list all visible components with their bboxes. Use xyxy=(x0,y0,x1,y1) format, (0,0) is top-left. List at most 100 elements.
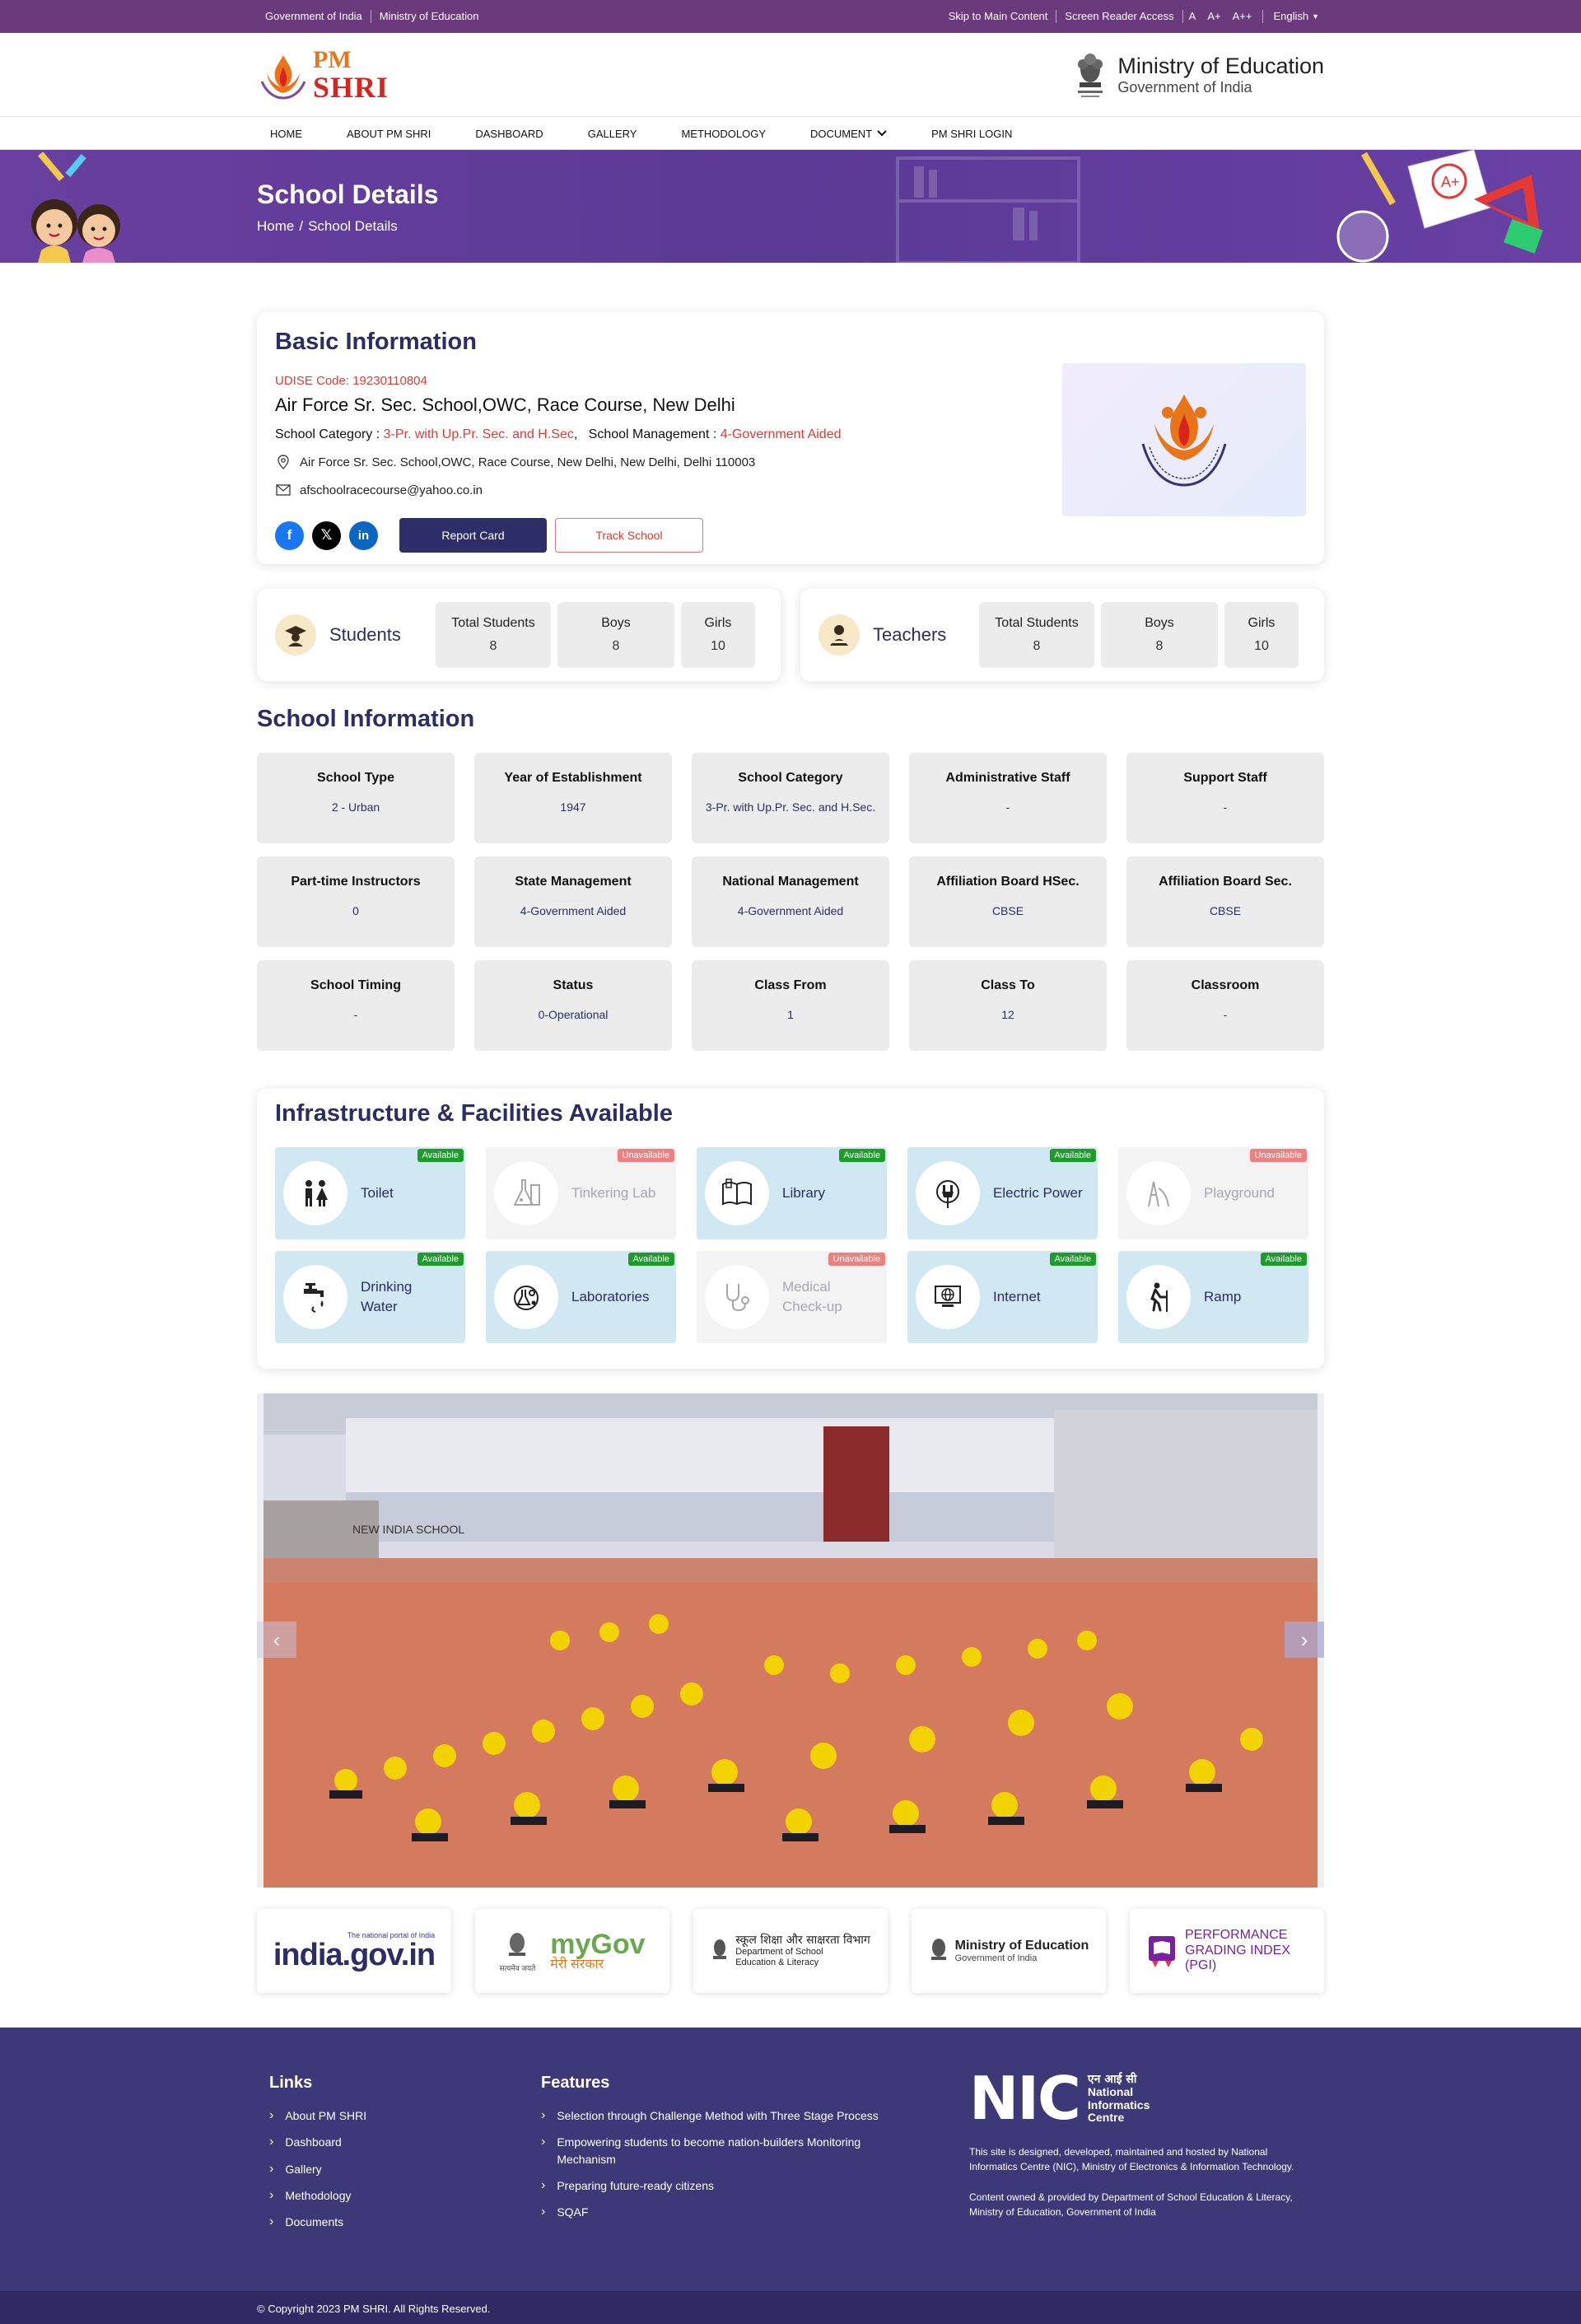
pm-shri-emblem-icon xyxy=(1141,394,1227,487)
report-card-button[interactable]: Report Card xyxy=(399,518,547,553)
mygov-logo-link[interactable]: सत्यमेव जयते myGov मेरी सरकार xyxy=(475,1909,669,1993)
footer-link[interactable]: › About PM SHRI xyxy=(269,2107,541,2124)
facility-name: Electric Power xyxy=(993,1185,1083,1202)
feature-item: › Empowering students to become nation-bu… xyxy=(541,2134,969,2168)
info-tile-title: Affiliation Board Sec. xyxy=(1159,875,1292,889)
footer-links-heading: Links xyxy=(269,2074,313,2092)
carousel-prev-button[interactable]: ‹ xyxy=(257,1622,296,1658)
feature-text: Empowering students to become nation-bui… xyxy=(557,2135,861,2166)
nav-pm-shri-login[interactable]: PM SHRI LOGIN xyxy=(918,128,1025,140)
info-tile-value: 12 xyxy=(1001,1008,1014,1021)
facebook-icon[interactable]: f xyxy=(275,520,304,550)
facility-name: Drinking Water xyxy=(361,1279,413,1314)
facility-name: Internet xyxy=(993,1289,1041,1305)
info-tile-title: State Management xyxy=(515,875,632,889)
nav-about[interactable]: ABOUT PM SHRI xyxy=(333,128,444,140)
footer-features-list: › Selection through Challenge Method with… xyxy=(541,2107,969,2220)
breadcrumb-current: School Details xyxy=(308,218,398,234)
info-tile: Affiliation Board Sec. CBSE xyxy=(1126,856,1324,947)
email-icon xyxy=(276,484,291,496)
facility-tinkering-lab: Unavailable Tinkering Lab xyxy=(486,1147,676,1239)
skip-to-main-link[interactable]: Skip to Main Content xyxy=(940,10,1057,23)
font-size-small-button[interactable]: A xyxy=(1183,10,1202,23)
india-gov-logo-link[interactable]: The national portal of India india.gov.i… xyxy=(257,1909,451,1993)
facility-playground: Unavailable Playground xyxy=(1118,1147,1308,1239)
students-total-value: 8 xyxy=(489,639,497,653)
logo-shri-text: SHRI xyxy=(313,71,389,104)
language-select[interactable]: English ▼ xyxy=(1268,10,1324,23)
ministry-link[interactable]: Ministry of Education xyxy=(371,10,487,23)
facility-laboratories: Available Laboratories xyxy=(486,1251,676,1343)
facilities-grid: Available Toilet Unavailable Tinkering L… xyxy=(275,1147,1308,1343)
school-email[interactable]: afschoolracecourse@yahoo.co.in xyxy=(300,483,483,497)
kids-illustration xyxy=(31,152,120,263)
ministry-subtitle: Government of India xyxy=(1117,79,1252,96)
info-tile-value: - xyxy=(353,1008,358,1021)
management-label: School Management : xyxy=(588,427,717,441)
info-tile-value: 0 xyxy=(352,904,359,917)
footer-links-list: › About PM SHRI › Dashboard › Gallery › Meth… xyxy=(269,2107,541,2230)
facility-internet: Available Internet xyxy=(907,1251,1098,1343)
nic-logo-text: NIC xyxy=(969,2063,1081,2133)
gov-india-link[interactable]: Government of India xyxy=(257,10,371,23)
status-badge: Available xyxy=(838,1149,885,1162)
footer-link[interactable]: › Methodology xyxy=(269,2187,541,2204)
teachers-boys-box: Boys 8 xyxy=(1101,602,1218,668)
footer-link[interactable]: › Gallery xyxy=(269,2161,541,2177)
tap-icon xyxy=(304,1283,324,1313)
students-boys-label: Boys xyxy=(601,616,631,630)
teachers-total-box: Total Students 8 xyxy=(979,602,1094,668)
pgi-logo-link[interactable]: PERFORMANCE GRADING INDEX (PGI) xyxy=(1130,1909,1324,1993)
font-size-large-button[interactable]: A++ xyxy=(1227,10,1258,23)
chevron-right-icon: › xyxy=(541,2205,546,2219)
footer-link-label: Documents xyxy=(285,2215,344,2229)
ministry-branding[interactable]: Ministry of Education Government of Indi… xyxy=(1073,49,1324,100)
nav-gallery[interactable]: GALLERY xyxy=(575,128,651,140)
moe-logo-link[interactable]: Ministry of Education Government of Indi… xyxy=(912,1909,1106,1993)
national-emblem-icon xyxy=(1078,54,1103,97)
linkedin-icon[interactable]: in xyxy=(349,520,378,550)
facility-medical-checkup: Unavailable Medical Check-up xyxy=(697,1251,887,1343)
moe-subtitle-text: Government of India xyxy=(954,1953,1038,1963)
facility-name: Medical Check-up xyxy=(782,1279,842,1314)
site-footer: Links › About PM SHRI › Dashboard › Gallery… xyxy=(0,2028,1581,2291)
dosel-english-text: Department of School Education & Literac… xyxy=(735,1947,823,1968)
facility-electric-power: Available Electric Power xyxy=(907,1147,1098,1239)
x-twitter-icon[interactable]: 𝕏 xyxy=(312,520,341,550)
breadcrumb-home[interactable]: Home xyxy=(257,218,294,235)
font-size-medium-button[interactable]: A+ xyxy=(1201,10,1226,23)
students-total-label: Total Students xyxy=(451,616,535,630)
pm-shri-logo[interactable]: PM SHRI xyxy=(257,48,389,102)
students-label: Students xyxy=(329,624,401,645)
facility-ramp: Available Ramp xyxy=(1118,1251,1308,1343)
info-tile-title: School Type xyxy=(317,771,394,785)
info-tile: School Category 3-Pr. with Up.Pr. Sec. an… xyxy=(692,753,889,843)
info-tile-value: CBSE xyxy=(1209,904,1242,917)
facility-name: Tinkering Lab xyxy=(571,1185,656,1202)
globe-icon xyxy=(935,1286,961,1307)
teachers-girls-label: Girls xyxy=(1248,616,1276,630)
toilet-icon xyxy=(305,1180,328,1206)
info-tile: Class From 1 xyxy=(692,960,889,1051)
info-tile-title: Affiliation Board HSec. xyxy=(936,875,1080,889)
status-badge: Unavailable xyxy=(828,1253,885,1266)
copyright-text: © Copyright 2023 PM SHRI. All Rights Res… xyxy=(257,2303,491,2315)
nav-dashboard[interactable]: DASHBOARD xyxy=(462,128,556,140)
carousel-next-button[interactable]: › xyxy=(1285,1622,1324,1658)
track-school-button[interactable]: Track School xyxy=(555,518,703,553)
info-tile-value: CBSE xyxy=(991,904,1024,917)
info-tile-title: Classroom xyxy=(1191,978,1260,992)
nav-methodology[interactable]: METHODOLOGY xyxy=(668,128,779,140)
nav-home[interactable]: HOME xyxy=(257,128,315,140)
footer-link[interactable]: › Dashboard xyxy=(269,2134,541,2150)
screen-reader-link[interactable]: Screen Reader Access xyxy=(1056,10,1183,23)
info-tile: Administrative Staff - xyxy=(909,753,1107,843)
school-assembly-photo: NEW INDIA SCHOOL xyxy=(264,1393,1318,1888)
info-tile-title: Year of Establishment xyxy=(504,771,642,785)
students-girls-label: Girls xyxy=(704,616,732,630)
flame-logo-icon xyxy=(260,55,306,100)
nic-logo[interactable]: NIC एन आई सी National Informatics Centre xyxy=(969,2063,1312,2133)
nav-document[interactable]: DOCUMENT xyxy=(797,128,900,140)
footer-link[interactable]: › Documents xyxy=(269,2214,541,2230)
dosel-logo-link[interactable]: स्कूल शिक्षा और साक्षरता विभाग Departmen… xyxy=(693,1909,888,1993)
